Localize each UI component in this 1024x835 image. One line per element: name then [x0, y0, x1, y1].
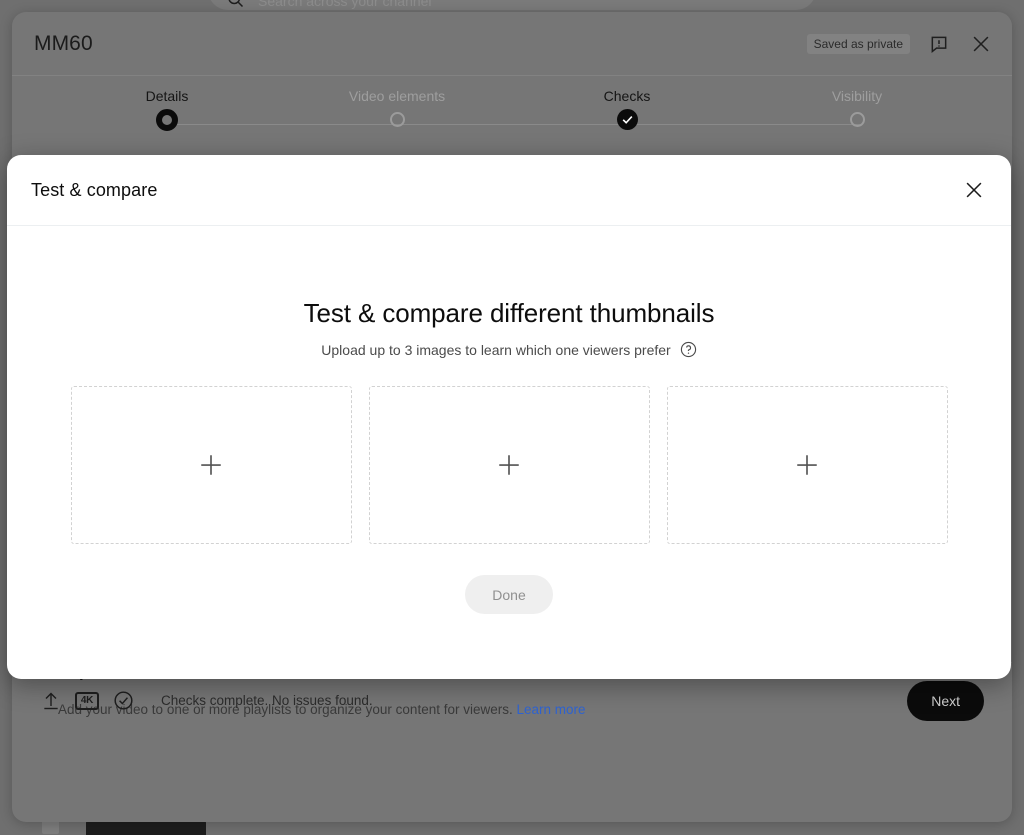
plus-icon	[198, 452, 224, 478]
stepper-dot-visibility[interactable]	[849, 112, 865, 127]
modal-heading: Test & compare different thumbnails	[303, 298, 715, 328]
thumbnail-slot-2[interactable]	[368, 386, 650, 544]
thumbnail-slot-3[interactable]	[666, 386, 948, 544]
thumbnail-slots	[70, 386, 948, 544]
modal-subtitle-row: Upload up to 3 images to learn which one…	[321, 341, 696, 358]
help-circle-icon[interactable]	[680, 341, 697, 358]
app-root: Search across your channel MM60 Saved as…	[0, 0, 1024, 835]
plus-icon	[496, 452, 522, 478]
modal-header: Test & compare	[7, 155, 1011, 226]
plus-icon	[794, 452, 820, 478]
thumbnail-slot-1[interactable]	[70, 386, 352, 544]
modal-title: Test & compare	[31, 179, 158, 200]
test-and-compare-modal: Test & compare Test & compare different …	[7, 155, 1011, 679]
modal-subtitle: Upload up to 3 images to learn which one…	[321, 341, 671, 358]
stepper-dot-video-elements[interactable]	[389, 112, 405, 127]
stepper-dot-checks[interactable]	[616, 109, 638, 130]
done-button[interactable]: Done	[465, 575, 553, 614]
modal-close-icon[interactable]	[959, 175, 989, 205]
modal-body: Test & compare different thumbnails Uplo…	[7, 226, 1011, 679]
stepper-dot-details[interactable]	[156, 109, 178, 131]
check-icon	[622, 115, 632, 124]
